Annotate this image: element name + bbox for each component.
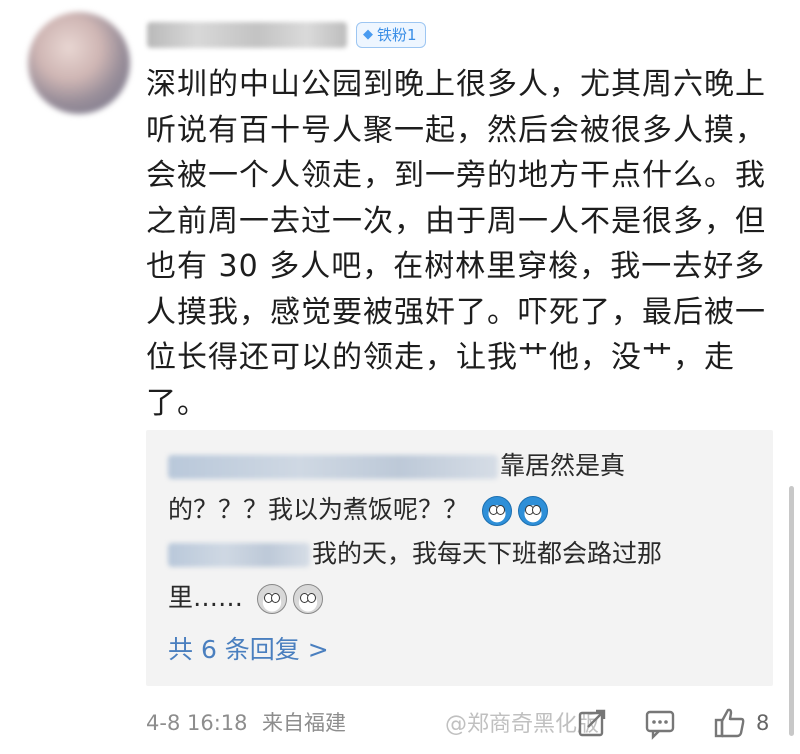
scrollbar[interactable]: [789, 486, 794, 736]
dog-emoji-icon: [256, 584, 287, 614]
avatar[interactable]: [28, 12, 130, 114]
timestamp: 4-8 16:18: [146, 711, 248, 735]
reply-text-line2: 里……: [168, 583, 244, 612]
reply-text-line1: 靠居然是真: [500, 451, 626, 480]
fan-badge: ◆ 铁粉1: [356, 22, 426, 48]
comment-footer: 4-8 16:18 来自福建 @郑商奇黑化版 8: [146, 703, 786, 743]
reply-text-line1: 我的天，我每天下班都会路过那: [312, 539, 663, 568]
comment-icon: [645, 710, 675, 740]
fan-badge-label: 铁粉1: [377, 26, 417, 44]
reply-username-blurred[interactable]: [168, 455, 498, 479]
username-blurred[interactable]: [147, 22, 347, 48]
reply-item[interactable]: 靠居然是真 的？？？我以为煮饭呢？？: [168, 444, 728, 532]
comment-text: 深圳的中山公园到晚上很多人，尤其周六晚上 听说有百十号人聚一起，然后会被很多人摸…: [146, 67, 766, 421]
like-button[interactable]: [712, 705, 748, 741]
reply-username-blurred[interactable]: [168, 543, 310, 567]
share-button[interactable]: [574, 705, 610, 741]
location-source: 来自福建: [262, 711, 346, 735]
diamond-icon: ◆: [363, 27, 373, 42]
doraemon-emoji-icon: [481, 496, 512, 526]
doraemon-emoji-icon: [517, 496, 548, 526]
comment-button[interactable]: [642, 705, 678, 741]
like-count: 8: [756, 711, 770, 735]
reply-item[interactable]: 我的天，我每天下班都会路过那 里……: [168, 532, 728, 620]
reply-text-line2: 的？？？我以为煮饭呢？？: [168, 495, 469, 524]
share-icon: [578, 709, 606, 737]
reply-panel: 靠居然是真 的？？？我以为煮饭呢？？ 我的天，我每天下班都会路过那 里…… 共 …: [146, 430, 773, 686]
more-replies-link[interactable]: 共 6 条回复 >: [168, 630, 329, 670]
dog-emoji-icon: [292, 584, 323, 614]
like-icon: [714, 708, 745, 738]
